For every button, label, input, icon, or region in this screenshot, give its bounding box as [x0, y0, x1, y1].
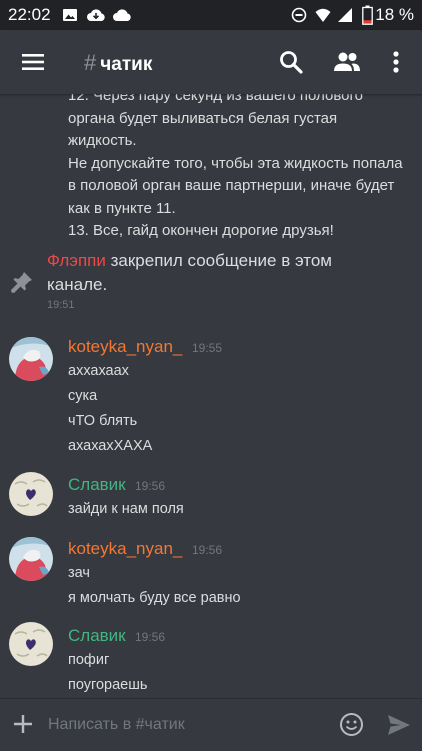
- message-line: чТО блять: [68, 413, 138, 429]
- search-icon[interactable]: [275, 46, 307, 78]
- message-list[interactable]: 12. Через пару секунд из вашего полового…: [0, 94, 422, 698]
- emoji-icon[interactable]: [339, 712, 364, 737]
- message-line: пофиг: [68, 652, 110, 668]
- battery-percent: 18 %: [375, 5, 414, 24]
- message-line: поугораешь: [68, 677, 148, 693]
- pin-author[interactable]: Флэппи: [47, 251, 106, 270]
- message-timestamp: 19:56: [135, 479, 166, 493]
- message-line: сука: [68, 388, 98, 404]
- cloud-download-icon: [87, 9, 105, 21]
- cloud-icon: [113, 9, 131, 21]
- message-line: ахахахХАХА: [68, 438, 153, 454]
- members-icon[interactable]: [331, 46, 363, 78]
- message-line: зайди к нам поля: [68, 501, 184, 517]
- pin-icon: [11, 272, 32, 293]
- plus-icon[interactable]: [12, 713, 34, 735]
- message-composer: [0, 698, 422, 751]
- avatar[interactable]: [9, 337, 53, 381]
- previous-message-text: 12. Через пару секунд из вашего полового…: [68, 94, 403, 239]
- channel-title: # чатик: [84, 50, 152, 76]
- battery-icon: [362, 5, 373, 25]
- pin-notice: Флэппи закрепил сообщение в этом канале.: [47, 249, 377, 297]
- more-icon[interactable]: [380, 46, 412, 78]
- signal-icon: [338, 8, 352, 22]
- avatar[interactable]: [9, 537, 53, 581]
- channel-name: чатик: [100, 54, 153, 75]
- menu-icon[interactable]: [17, 46, 49, 78]
- message-line: зач: [68, 565, 90, 581]
- avatar[interactable]: [9, 472, 53, 516]
- message-line: я молчать буду все равно: [68, 590, 241, 606]
- status-time: 22:02: [8, 5, 51, 24]
- message-author[interactable]: Славик: [68, 475, 126, 495]
- status-bar: 22:02 18 %: [0, 0, 422, 30]
- wifi-icon: [315, 8, 331, 22]
- message-timestamp: 19:56: [192, 543, 223, 557]
- message-author[interactable]: koteyka_nyan_: [68, 337, 182, 357]
- avatar[interactable]: [9, 622, 53, 666]
- channel-hash: #: [84, 50, 97, 75]
- message-input[interactable]: [46, 711, 330, 739]
- message-line: аххахаах: [68, 363, 129, 379]
- app-toolbar: # чатик: [0, 30, 422, 94]
- message-author[interactable]: koteyka_nyan_: [68, 539, 182, 559]
- send-icon[interactable]: [386, 712, 412, 738]
- message-timestamp: 19:56: [135, 630, 166, 644]
- message-author[interactable]: Славик: [68, 626, 126, 646]
- dnd-icon: [291, 7, 307, 23]
- image-icon: [63, 9, 77, 21]
- pin-timestamp: 19:51: [47, 299, 75, 311]
- message-timestamp: 19:55: [192, 341, 223, 355]
